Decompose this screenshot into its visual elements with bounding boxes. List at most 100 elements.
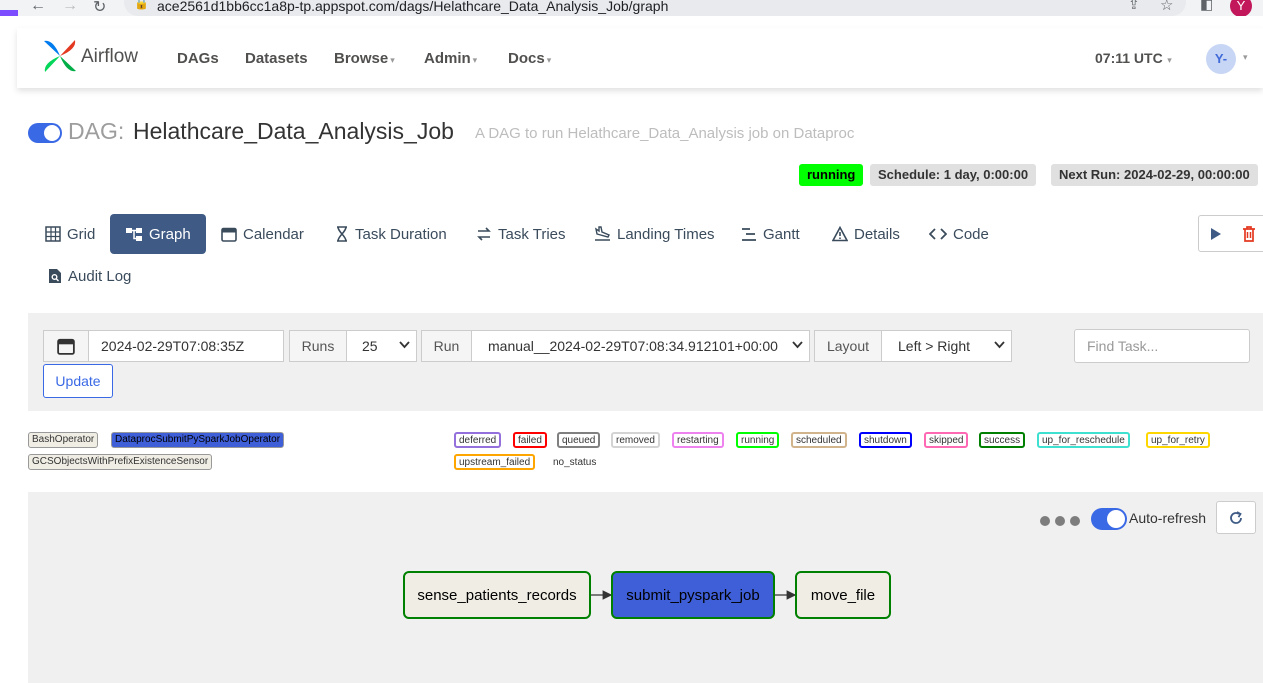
extension-icon[interactable] (0, 10, 18, 16)
tab-label: Code (953, 225, 989, 243)
chevron-down-icon[interactable]: ▾ (1243, 52, 1248, 63)
tab-audit-log[interactable]: Audit Log (48, 256, 131, 296)
tab-grid[interactable]: Grid (45, 214, 95, 254)
task-node-move-file[interactable]: move_file (795, 571, 891, 619)
task-node-submit-pyspark-job[interactable]: submit_pyspark_job (611, 571, 775, 619)
nav-datasets[interactable]: Datasets (245, 50, 308, 67)
update-button[interactable]: Update (43, 364, 113, 398)
brand-name[interactable]: Airflow (81, 46, 138, 68)
trash-icon (1243, 225, 1255, 242)
back-arrow-icon[interactable]: ← (30, 0, 46, 15)
legend-state-success[interactable]: success (979, 432, 1026, 448)
next-run-badge: Next Run: 2024-02-29, 00:00:00 (1051, 164, 1258, 186)
legend-operator: GCSObjectsWithPrefixExistenceSensor (28, 454, 213, 470)
bookmark-star-icon[interactable]: ☆ (1160, 0, 1173, 14)
dag-graph-canvas[interactable]: Auto-refresh sense_patients_records subm… (28, 492, 1263, 683)
tab-label: Details (854, 225, 900, 243)
chevron-down-icon (994, 341, 1005, 349)
graph-controls: 2024-02-29T07:08:35Z Runs 25 Run manual_… (28, 313, 1263, 411)
dag-prefix: DAG: (68, 118, 125, 144)
forward-arrow-icon[interactable]: → (62, 0, 78, 15)
dag-description: A DAG to run Helathcare_Data_Analysis jo… (475, 125, 855, 142)
airflow-logo-icon[interactable] (41, 37, 79, 75)
reload-icon[interactable]: ↻ (93, 0, 106, 16)
legend-state-skipped[interactable]: skipped (924, 432, 969, 448)
chevron-down-icon: ▾ (1164, 55, 1172, 65)
legend-state-upstream-failed[interactable]: upstream_failed (454, 454, 536, 470)
nav-browse[interactable]: Browse ▾ (334, 50, 395, 67)
chevron-down-icon: ▾ (546, 55, 552, 65)
legend-state-shutdown[interactable]: shutdown (859, 432, 912, 448)
delete-dag-button[interactable] (1232, 215, 1263, 252)
legend-state-failed[interactable]: failed (513, 432, 547, 448)
lock-icon[interactable]: 🔒 (134, 0, 149, 10)
share-icon[interactable]: ⇪ (1128, 0, 1140, 13)
tab-label: Audit Log (68, 267, 132, 285)
runs-select[interactable]: 25 (346, 330, 417, 362)
layout-label: Layout (814, 330, 882, 362)
legend-state-deferred[interactable]: deferred (454, 432, 502, 448)
task-node-sense-patients-records[interactable]: sense_patients_records (403, 571, 591, 619)
tab-label: Graph (149, 225, 191, 243)
tab-task-duration[interactable]: Task Duration (335, 214, 447, 254)
calendar-icon (57, 338, 75, 355)
play-icon (1211, 227, 1221, 240)
graph-icon (126, 228, 142, 241)
chevron-down-icon (399, 341, 410, 349)
legend-state-restarting[interactable]: restarting (672, 432, 724, 448)
nav-dags[interactable]: DAGs (177, 50, 219, 67)
tab-label: Grid (67, 225, 96, 243)
dag-pause-toggle[interactable] (28, 123, 62, 143)
gantt-icon (742, 228, 756, 241)
date-picker-button[interactable] (43, 330, 89, 362)
audit-log-icon (49, 269, 61, 283)
base-date-input[interactable]: 2024-02-29T07:08:35Z (88, 330, 284, 362)
legend-state-no-status[interactable]: no_status (548, 454, 602, 470)
tab-label: Landing Times (617, 225, 715, 243)
tab-landing-times[interactable]: Landing Times (594, 214, 715, 254)
legend-state-up-for-reschedule[interactable]: up_for_reschedule (1037, 432, 1130, 448)
profile-avatar[interactable]: Y (1230, 0, 1252, 16)
retry-icon (477, 227, 491, 241)
tab-gantt[interactable]: Gantt (741, 214, 800, 254)
legend-state-running[interactable]: running (736, 432, 780, 448)
legend-state-queued[interactable]: queued (557, 432, 601, 448)
chevron-down-icon (792, 341, 803, 349)
tab-label: Task Duration (355, 225, 447, 243)
nav-docs[interactable]: Docs ▾ (508, 50, 551, 67)
plane-landing-icon (594, 226, 610, 241)
legend-state-up-for-retry[interactable]: up_for_retry (1146, 432, 1210, 448)
legend-operator: BashOperator (28, 432, 99, 448)
top-navbar: Airflow DAGs Datasets Browse ▾ Admin ▾ Doc… (17, 28, 1263, 88)
tab-label: Calendar (243, 225, 304, 243)
tab-label: Task Tries (498, 225, 566, 243)
legend-state-scheduled[interactable]: scheduled (791, 432, 847, 448)
base-date-value: 2024-02-29T07:08:35Z (101, 338, 245, 354)
dag-name: Helathcare_Data_Analysis_Job (133, 118, 454, 144)
warning-triangle-icon (832, 226, 848, 242)
legend-state-removed[interactable]: removed (611, 432, 660, 448)
tab-code[interactable]: Code (929, 214, 989, 254)
side-panel-icon[interactable]: ◧ (1200, 0, 1213, 13)
layout-select[interactable]: Left > Right (881, 330, 1012, 362)
user-avatar[interactable]: Y- (1206, 44, 1236, 74)
dag-state-badge: running (799, 164, 864, 186)
tab-label: Gantt (763, 225, 800, 243)
timezone-clock[interactable]: 07:11 UTC ▾ (1095, 50, 1172, 66)
trigger-dag-button[interactable] (1198, 215, 1234, 252)
find-task-input[interactable]: Find Task... (1074, 329, 1250, 363)
url-text[interactable]: ace2561d1bb6cc1a8p-tp.appspot.com/dags/H… (157, 0, 668, 14)
tab-graph[interactable]: Graph (110, 214, 206, 254)
tab-task-tries[interactable]: Task Tries (476, 214, 566, 254)
run-select[interactable]: manual__2024-02-29T07:08:34.912101+00:00 (471, 330, 810, 362)
calendar-icon (221, 227, 237, 242)
nav-admin[interactable]: Admin ▾ (424, 50, 477, 67)
tab-calendar[interactable]: Calendar (221, 214, 304, 254)
legend-operator: DataprocSubmitPySparkJobOperator (111, 432, 285, 448)
schedule-badge: Schedule: 1 day, 0:00:00 (870, 164, 1037, 186)
hourglass-icon (337, 226, 347, 242)
grid-icon (45, 226, 61, 242)
tab-details[interactable]: Details (832, 214, 900, 254)
code-icon (929, 228, 947, 240)
chevron-down-icon: ▾ (390, 55, 395, 65)
